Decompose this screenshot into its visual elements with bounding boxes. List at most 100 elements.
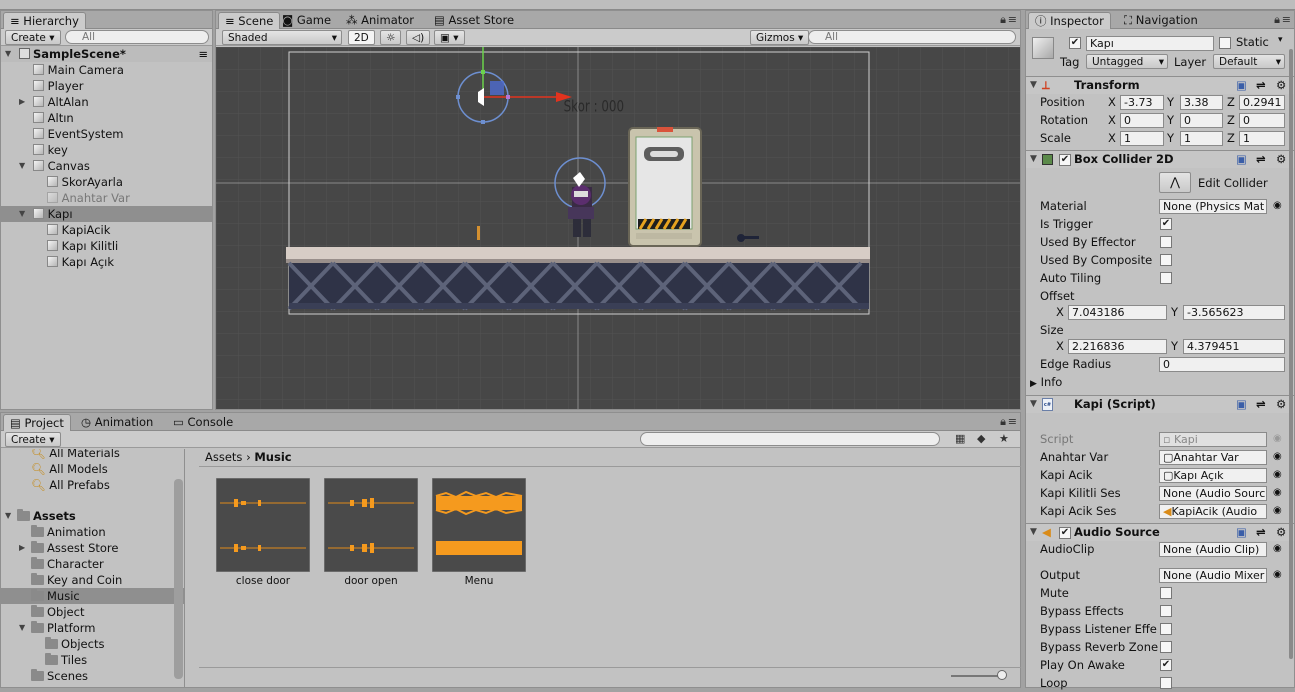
box-collider-header[interactable]: ▼ ✔ Box Collider 2D ▣ ⇌ ⚙ [1026,150,1294,168]
info-foldout[interactable]: ▶ Info [1030,373,1062,391]
hierarchy-item[interactable]: SkorAyarla [1,174,123,190]
position-z-field[interactable]: 0.2941 [1239,95,1285,110]
position-y-field[interactable]: 3.38 [1180,95,1223,110]
expand-arrow-icon[interactable]: ▼ [19,158,25,174]
panel-menu-icon[interactable]: ≡ [1008,415,1017,428]
layer-dropdown[interactable]: Default ▾ [1213,54,1285,69]
expand-arrow-icon[interactable]: ▼ [1030,396,1037,413]
hierarchy-item[interactable]: Kapı Açık [1,254,114,270]
object-name-field[interactable]: Kapı [1086,36,1214,51]
tab-asset-store[interactable]: ▤ Asset Store [428,12,520,29]
folder-item[interactable]: Objects [1,636,104,652]
offset-y-field[interactable]: -3.565623 [1183,305,1285,320]
audio-toggle-button[interactable]: ◁) [406,30,431,45]
used-by-composite-checkbox[interactable] [1160,254,1172,266]
settings-gear-icon[interactable]: ⚙ [1276,77,1286,94]
project-search-input[interactable] [640,432,940,446]
slider-handle[interactable] [997,670,1007,680]
preset-icon[interactable]: ⇌ [1256,151,1266,168]
folder-item-selected[interactable]: Music [1,588,184,604]
script-header[interactable]: ▼ c# Kapi (Script) ▣ ⇌ ⚙ [1026,395,1294,413]
object-picker-icon[interactable]: ◉ [1273,469,1282,480]
expand-arrow-icon[interactable]: ▼ [1030,151,1037,168]
folder-item[interactable]: ▶ Assest Store [1,540,118,556]
static-checkbox[interactable] [1219,37,1231,49]
lighting-toggle-button[interactable]: ☼ [380,30,402,45]
rotation-x-field[interactable]: 0 [1120,113,1164,128]
object-picker-icon[interactable]: ◉ [1273,543,1282,554]
scene-root[interactable]: ▼ SampleScene* ≡ [1,46,212,62]
filter-type-icon[interactable]: ▦ [955,432,965,445]
scene-canvas[interactable]: Skor : 000 [216,47,1020,409]
kapi-acik-field[interactable]: ▢Kapı Açık [1159,468,1267,483]
bypass-reverb-checkbox[interactable] [1160,641,1172,653]
component-enabled-checkbox[interactable]: ✔ [1059,527,1071,539]
gizmos-dropdown[interactable]: Gizmos ▾ [750,30,810,45]
play-on-awake-checkbox[interactable]: ✔ [1160,659,1172,671]
material-field[interactable]: None (Physics Mat [1159,199,1267,214]
help-icon[interactable]: ▣ [1236,151,1247,168]
expand-arrow-icon[interactable]: ▶ [1030,379,1037,389]
favorite-item[interactable]: 🔍︎ All Models [1,461,108,477]
lock-icon[interactable]: 🔒︎ [1000,415,1006,429]
tab-console[interactable]: ▭ Console [167,414,239,431]
used-by-effector-checkbox[interactable] [1160,236,1172,248]
panel-menu-icon[interactable]: ≡ [1282,13,1291,26]
expand-arrow-icon[interactable]: ▼ [5,46,11,62]
2d-toggle-button[interactable]: 2D [348,30,375,45]
expand-arrow-icon[interactable]: ▼ [1030,77,1037,94]
folder-item[interactable]: Character [1,556,104,572]
folder-item[interactable]: ▼ Platform [1,620,96,636]
hierarchy-item[interactable]: key [1,142,68,158]
transform-header[interactable]: ▼ ⟂ Transform ▣ ⇌ ⚙ [1026,76,1294,94]
tab-animation[interactable]: ◷ Animation [75,414,159,431]
folder-tree-scrollbar[interactable] [174,479,183,679]
static-dropdown-icon[interactable]: ▾ [1278,35,1283,45]
assets-root[interactable]: ▼ Assets [1,508,76,524]
rotation-y-field[interactable]: 0 [1180,113,1223,128]
position-x-field[interactable]: -3.73 [1120,95,1164,110]
plane-handle[interactable] [490,81,504,95]
tab-animator[interactable]: ⁂ Animator [340,12,420,29]
hierarchy-search-input[interactable]: All [65,30,209,44]
edit-collider-button[interactable]: ⋀ [1159,172,1191,193]
preset-icon[interactable]: ⇌ [1256,524,1266,541]
help-icon[interactable]: ▣ [1236,524,1247,541]
object-picker-icon[interactable]: ◉ [1273,569,1282,580]
is-trigger-checkbox[interactable]: ✔ [1160,218,1172,230]
tag-dropdown[interactable]: Untagged ▾ [1086,54,1168,69]
tab-scene[interactable]: ≡ Scene [218,12,281,29]
rotation-z-field[interactable]: 0 [1239,113,1285,128]
scene-menu-icon[interactable]: ≡ [198,46,208,62]
shading-mode-dropdown[interactable]: Shaded ▾ [222,30,342,45]
kapi-kilitli-ses-field[interactable]: None (Audio Sourc [1159,486,1267,501]
coin-sprite[interactable] [477,226,480,240]
bypass-effects-checkbox[interactable] [1160,605,1172,617]
hierarchy-item-selected[interactable]: ▼ Kapı [1,206,212,222]
tab-project[interactable]: ▤ Project [3,414,71,431]
expand-arrow-icon[interactable]: ▼ [19,620,25,636]
hierarchy-item[interactable]: Kapı Kilitli [1,238,118,254]
size-y-field[interactable]: 4.379451 [1183,339,1285,354]
hierarchy-item[interactable]: Player [1,78,83,94]
tab-inspector[interactable]: ⓘ Inspector [1028,12,1111,29]
lock-icon[interactable]: 🔒︎ [1274,13,1280,27]
expand-arrow-icon[interactable]: ▶ [19,540,25,556]
audio-source-header[interactable]: ▼ ◀ ✔ Audio Source ▣ ⇌ ⚙ [1026,523,1294,541]
object-picker-icon[interactable]: ◉ [1273,505,1282,516]
edge-radius-field[interactable]: 0 [1159,357,1285,372]
bypass-listener-checkbox[interactable] [1160,623,1172,635]
hierarchy-item[interactable]: ▼ Canvas [1,158,90,174]
folder-item[interactable]: Key and Coin [1,572,122,588]
audioclip-field[interactable]: None (Audio Clip) [1159,542,1267,557]
effects-dropdown[interactable]: ▣ ▾ [434,30,465,45]
auto-tiling-checkbox[interactable] [1160,272,1172,284]
expand-arrow-icon[interactable]: ▼ [5,508,11,524]
tab-game[interactable]: ◙ Game [276,12,337,29]
expand-arrow-icon[interactable]: ▼ [1030,524,1037,541]
help-icon[interactable]: ▣ [1236,77,1247,94]
anahtar-var-field[interactable]: ▢Anahtar Var [1159,450,1267,465]
folder-item[interactable]: Object [1,604,84,620]
mute-checkbox[interactable] [1160,587,1172,599]
folder-item[interactable]: Scenes [1,668,88,684]
